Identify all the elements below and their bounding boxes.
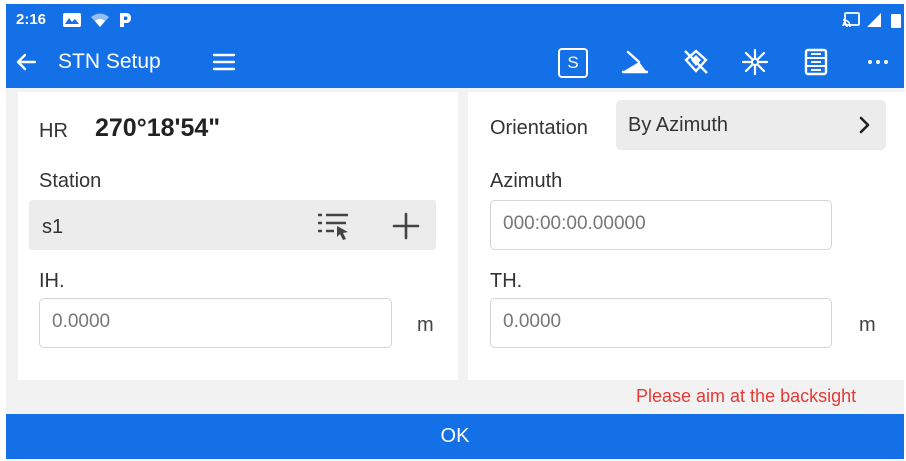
chevron-right-icon [859, 116, 870, 134]
hr-value: 270°18'54" [95, 114, 221, 142]
app-bar: STN Setup S [6, 36, 904, 88]
menu-icon[interactable] [212, 50, 236, 74]
backsight-warning: Please aim at the backsight [636, 386, 857, 406]
status-time: 2:16 [16, 11, 47, 28]
signal-icon [867, 13, 881, 27]
back-arrow-icon[interactable] [12, 48, 40, 76]
ih-label: IH. [39, 270, 65, 292]
orientation-select[interactable]: By Azimuth [616, 100, 886, 150]
ih-input-field[interactable] [52, 311, 351, 333]
add-station-icon[interactable] [392, 212, 420, 240]
orientation-value: By Azimuth [628, 114, 729, 136]
th-input[interactable] [490, 298, 832, 348]
laser-pointer-icon[interactable] [620, 47, 650, 77]
prism-icon[interactable] [681, 47, 711, 77]
cast-icon [842, 12, 860, 28]
parking-icon [120, 13, 131, 27]
ih-unit: m [417, 314, 434, 336]
station-field[interactable]: s1 [29, 200, 436, 250]
photo-icon [63, 13, 81, 27]
wifi-icon [91, 13, 109, 27]
station-label: Station [39, 170, 102, 192]
page-title: STN Setup [58, 50, 161, 73]
th-unit: m [859, 314, 876, 336]
s-mode-button[interactable]: S [558, 48, 588, 78]
battery-icon [891, 14, 901, 28]
station-value: s1 [42, 216, 64, 238]
data-storage-icon[interactable] [801, 47, 831, 77]
app-window: 2:16 STN Setup S HR 270°18'54" Station s… [6, 4, 904, 459]
hr-label: HR [39, 120, 68, 142]
more-options-icon[interactable] [863, 47, 893, 77]
azimuth-input-field[interactable] [503, 213, 792, 235]
azimuth-label: Azimuth [490, 170, 563, 192]
status-bar: 2:16 [6, 4, 904, 36]
th-label: TH. [490, 270, 523, 292]
th-input-field[interactable] [503, 311, 792, 333]
ok-button[interactable]: OK [6, 414, 904, 459]
orientation-label: Orientation [490, 117, 588, 139]
azimuth-input[interactable] [490, 200, 832, 250]
laser-plummet-icon[interactable] [740, 47, 770, 77]
point-list-icon[interactable] [316, 211, 350, 241]
ih-input[interactable] [39, 298, 392, 348]
